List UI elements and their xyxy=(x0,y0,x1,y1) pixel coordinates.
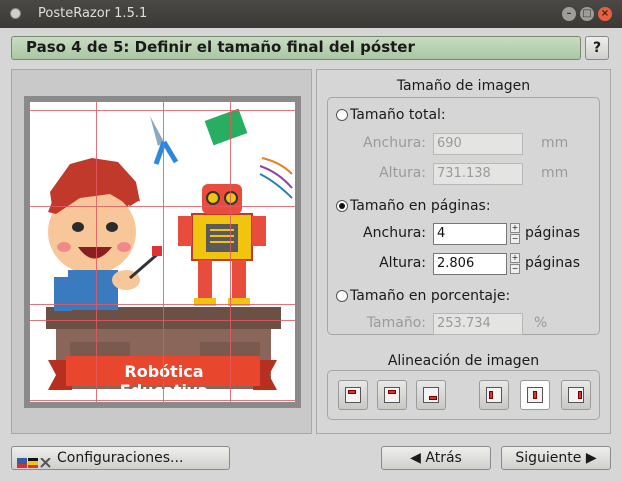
page-split-line xyxy=(30,206,295,207)
window-title: PosteRazor 1.5.1 xyxy=(38,6,148,21)
page-split-line xyxy=(30,304,295,305)
arrow-left-icon: ◀ xyxy=(410,450,421,466)
pages-height-unit: páginas xyxy=(525,255,580,271)
total-height-label: Altura: xyxy=(379,165,426,181)
help-button[interactable]: ? xyxy=(585,36,609,60)
align-left-button[interactable] xyxy=(479,380,509,410)
align-top-button[interactable] xyxy=(377,380,407,410)
page-split-line xyxy=(30,110,295,111)
percent-label: Tamaño: xyxy=(366,315,426,331)
step-title: Paso 4 de 5: Definir el tamaño final del… xyxy=(26,38,415,56)
page-split-line xyxy=(230,102,231,402)
percent-unit: % xyxy=(534,315,548,331)
align-top-left-button[interactable] xyxy=(338,380,368,410)
minimize-icon[interactable]: – xyxy=(562,7,576,21)
total-size-label: Tamaño total: xyxy=(350,107,446,123)
total-height-field[interactable]: 731.138 xyxy=(433,163,523,185)
total-width-field[interactable]: 690 xyxy=(433,133,523,155)
app-icon xyxy=(10,8,21,19)
pages-width-spinner[interactable]: + − xyxy=(510,223,520,245)
next-label: Siguiente xyxy=(515,450,582,466)
poster-image: Robótica Educativa xyxy=(30,102,295,402)
image-alignment-title: Alineación de imagen xyxy=(387,353,540,369)
arrow-right-icon: ▶ xyxy=(585,450,597,466)
poster-banner-text: Robótica Educativa xyxy=(78,362,250,400)
close-icon[interactable]: × xyxy=(598,7,612,21)
pages-width-label: Anchura: xyxy=(363,225,426,241)
percent-size-radio[interactable] xyxy=(336,290,348,302)
total-width-unit: mm xyxy=(541,135,569,151)
maximize-icon[interactable]: □ xyxy=(580,7,594,21)
settings-label: Configuraciones... xyxy=(57,450,184,466)
settings-button[interactable]: Configuraciones... xyxy=(11,446,230,470)
image-size-group: Tamaño total: Anchura: 690 mm Altura: 73… xyxy=(327,97,600,335)
page-split-line xyxy=(30,320,295,321)
pages-width-field[interactable]: 4 xyxy=(433,223,507,245)
settings-panel: Tamaño de imagen Tamaño total: Anchura: … xyxy=(316,69,611,434)
page-split-line xyxy=(30,400,295,401)
total-size-option[interactable]: Tamaño total: xyxy=(336,107,446,123)
paper-preview: Robótica Educativa xyxy=(24,96,301,408)
percent-field[interactable]: 253.734 xyxy=(433,313,523,335)
pages-width-unit: páginas xyxy=(525,225,580,241)
pages-size-option[interactable]: Tamaño en páginas: xyxy=(336,198,491,214)
pages-size-radio[interactable] xyxy=(336,200,348,212)
align-top-right-button[interactable] xyxy=(416,380,446,410)
percent-size-label: Tamaño en porcentaje: xyxy=(350,288,511,304)
image-size-title: Tamaño de imagen xyxy=(396,78,531,94)
percent-size-option[interactable]: Tamaño en porcentaje: xyxy=(336,288,510,304)
poster-preview-panel: Robótica Educativa xyxy=(11,69,312,434)
pages-height-label: Altura: xyxy=(379,255,426,271)
page-split-line xyxy=(96,102,97,402)
align-right-button[interactable] xyxy=(561,380,591,410)
pages-size-label: Tamaño en páginas: xyxy=(350,198,491,214)
page-split-line xyxy=(163,102,164,402)
flags-tools-icon xyxy=(17,453,51,468)
total-size-radio[interactable] xyxy=(336,109,348,121)
align-center-button[interactable] xyxy=(520,380,550,410)
pages-height-field[interactable]: 2.806 xyxy=(433,253,507,275)
step-header: Paso 4 de 5: Definir el tamaño final del… xyxy=(11,36,581,60)
back-label: Atrás xyxy=(425,450,462,466)
title-bar: PosteRazor 1.5.1 – □ × xyxy=(0,0,622,28)
next-button[interactable]: Siguiente ▶ xyxy=(501,446,611,470)
pages-height-spinner[interactable]: + − xyxy=(510,253,520,275)
total-height-unit: mm xyxy=(541,165,569,181)
total-width-label: Anchura: xyxy=(363,135,426,151)
back-button[interactable]: ◀ Atrás xyxy=(381,446,491,470)
